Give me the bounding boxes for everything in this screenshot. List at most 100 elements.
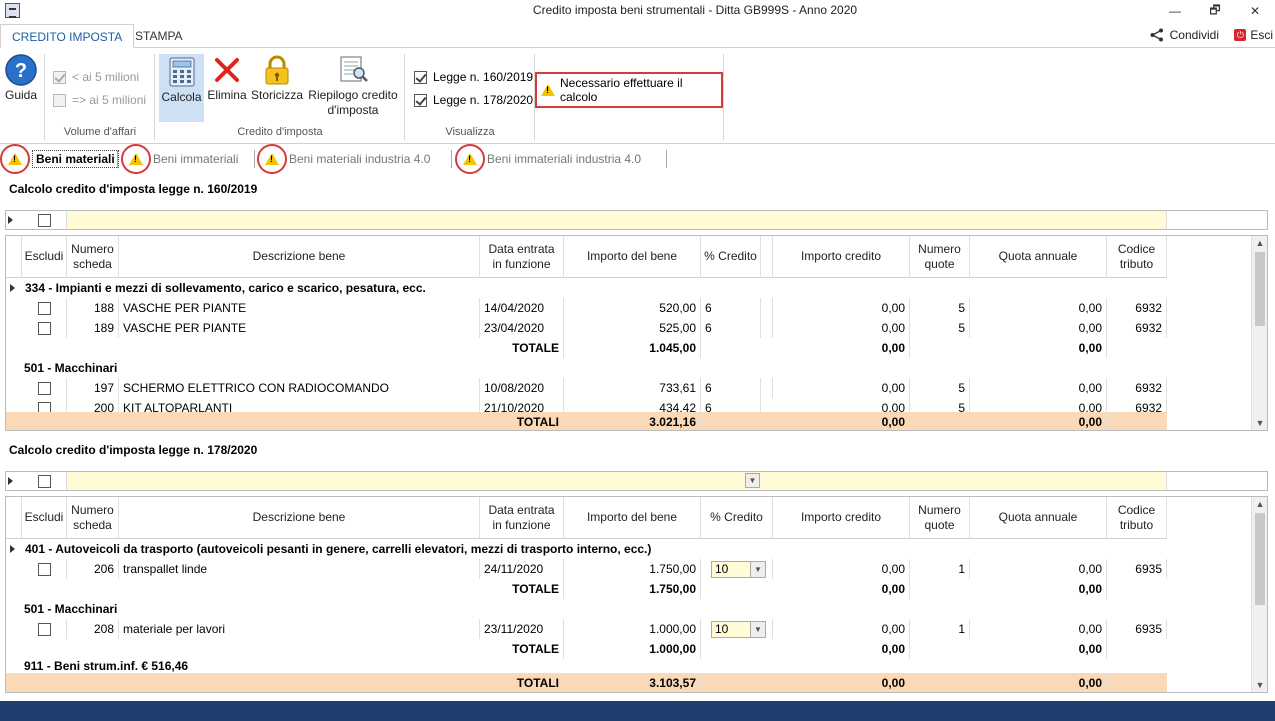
filter-select-all[interactable] — [22, 211, 67, 229]
exit-icon: ⏻ — [1234, 29, 1247, 41]
scroll-thumb[interactable] — [1255, 513, 1265, 605]
chevron-down-icon[interactable]: ▼ — [745, 473, 760, 488]
elimina-label: Elimina — [207, 88, 247, 102]
exclude-checkbox[interactable] — [37, 562, 51, 576]
help-button[interactable]: ? Guida — [2, 54, 40, 102]
col-data[interactable]: Data entrata in funzione — [480, 236, 564, 278]
col-codice[interactable]: Codice tributo — [1107, 497, 1167, 539]
table-row[interactable]: 200 KIT ALTOPARLANTI 21/10/2020 434,42 6… — [6, 398, 1253, 412]
group-title: 501 - Macchinari — [24, 602, 118, 616]
tab-label: Beni materiali industria 4.0 — [289, 152, 431, 166]
col-escludi[interactable]: Escludi — [22, 497, 67, 539]
tab-label: Beni materiali — [32, 150, 119, 168]
legge-178-checkbox[interactable]: Legge n. 178/2020 — [414, 93, 533, 107]
group-title: 401 - Autoveicoli da trasporto (autoveic… — [25, 542, 652, 556]
share-button[interactable]: Condividi — [1149, 28, 1219, 42]
col-numero-quote[interactable]: Numero quote — [910, 497, 970, 539]
col-descrizione[interactable]: Descrizione bene — [119, 236, 480, 278]
cell-desc: KIT ALTOPARLANTI — [119, 398, 480, 412]
table-row[interactable]: 206 transpallet linde 24/11/2020 1.750,0… — [6, 559, 1253, 579]
close-button[interactable]: ✕ — [1235, 0, 1275, 22]
exclude-checkbox[interactable] — [37, 622, 51, 636]
cell-perc: 6 — [701, 318, 761, 338]
exclude-checkbox[interactable] — [37, 301, 51, 315]
share-icon — [1150, 28, 1163, 42]
col-importo-bene[interactable]: Importo del bene — [564, 236, 701, 278]
col-codice[interactable]: Codice tributo — [1107, 236, 1167, 278]
group-row[interactable]: 911 - Beni strum.inf. € 516,46 — [6, 659, 1253, 673]
chevron-down-icon[interactable]: ▼ — [750, 561, 765, 577]
tab-beni-immateriali[interactable]: Beni immateriali — [121, 144, 238, 174]
elimina-button[interactable]: Elimina — [206, 54, 248, 102]
share-label: Condividi — [1169, 28, 1219, 42]
minimize-button[interactable]: — — [1155, 0, 1195, 22]
calculation-warning: Necessario effettuare il calcolo — [535, 72, 723, 108]
cell-importo: 1.000,00 — [564, 619, 701, 639]
calcola-button[interactable]: Calcola — [159, 54, 204, 122]
cell-codice: 6932 — [1107, 398, 1167, 412]
col-importo-credito[interactable]: Importo credito — [773, 497, 910, 539]
col-quota[interactable]: Quota annuale — [970, 236, 1107, 278]
filter-cells[interactable] — [67, 211, 1167, 229]
col-importo-bene[interactable]: Importo del bene — [564, 497, 701, 539]
separator — [44, 54, 45, 140]
tab-beni-materiali-industria[interactable]: Beni materiali industria 4.0 — [257, 144, 431, 174]
col-data[interactable]: Data entrata in funzione — [480, 497, 564, 539]
table-row[interactable]: 189 VASCHE PER PIANTE 23/04/2020 525,00 … — [6, 318, 1253, 338]
vertical-scrollbar[interactable]: ▲ ▼ — [1251, 236, 1267, 430]
riepilogo-button[interactable]: Riepilogo credito d'imposta — [305, 54, 401, 118]
tab-stampa[interactable]: STAMPA — [124, 24, 194, 48]
restore-button[interactable]: 🗗 — [1195, 0, 1235, 22]
vertical-scrollbar[interactable]: ▲ ▼ — [1251, 497, 1267, 692]
exit-button[interactable]: ⏻ Esci — [1234, 28, 1273, 42]
col-perc[interactable]: % Credito — [701, 236, 761, 278]
exclude-checkbox[interactable] — [37, 321, 51, 335]
volume-gte5-checkbox[interactable]: => ai 5 milioni — [53, 93, 146, 107]
group-row[interactable]: 334 - Impianti e mezzi di sollevamento, … — [6, 278, 1253, 298]
group-row[interactable]: 401 - Autoveicoli da trasporto (autoveic… — [6, 539, 1253, 559]
table-row[interactable]: 208 materiale per lavori 23/11/2020 1.00… — [6, 619, 1253, 639]
scroll-down-icon[interactable]: ▼ — [1252, 678, 1267, 692]
group-row[interactable]: 501 - Macchinari — [6, 358, 1253, 378]
subtotal-importo: 1.000,00 — [564, 639, 701, 659]
separator — [254, 150, 255, 168]
subtotal-row: TOTALE 1.000,00 0,00 0,00 — [6, 639, 1253, 659]
storicizza-button[interactable]: Storicizza — [250, 54, 304, 102]
col-numero-scheda[interactable]: Numero scheda — [67, 236, 119, 278]
cell-data: 23/11/2020 — [480, 619, 564, 639]
col-descrizione[interactable]: Descrizione bene — [119, 497, 480, 539]
cell-credito: 0,00 — [773, 619, 910, 639]
col-numero-quote[interactable]: Numero quote — [910, 236, 970, 278]
chevron-down-icon[interactable]: ▼ — [750, 621, 765, 637]
tab-beni-immateriali-industria[interactable]: Beni immateriali industria 4.0 — [455, 144, 641, 174]
exclude-checkbox[interactable] — [37, 401, 51, 412]
scroll-down-icon[interactable]: ▼ — [1252, 416, 1267, 430]
tab-beni-materiali[interactable]: Beni materiali — [0, 144, 119, 174]
separator — [451, 150, 452, 168]
filter-select-all[interactable] — [22, 472, 67, 490]
col-quota[interactable]: Quota annuale — [970, 497, 1107, 539]
scroll-thumb[interactable] — [1255, 252, 1265, 326]
filter-cells[interactable] — [67, 472, 1167, 490]
col-numero-scheda[interactable]: Numero scheda — [67, 497, 119, 539]
perc-dropdown[interactable]: 10 ▼ — [701, 559, 773, 579]
col-perc[interactable]: % Credito — [701, 497, 773, 539]
cell-importo: 434,42 — [564, 398, 701, 412]
scroll-up-icon[interactable]: ▲ — [1252, 236, 1267, 250]
group-row[interactable]: 501 - Macchinari — [6, 599, 1253, 619]
scroll-up-icon[interactable]: ▲ — [1252, 497, 1267, 511]
exclude-checkbox[interactable] — [37, 381, 51, 395]
separator — [666, 150, 667, 168]
subtotal-label: TOTALE — [119, 338, 564, 358]
col-escludi[interactable]: Escludi — [22, 236, 67, 278]
table-row[interactable]: 188 VASCHE PER PIANTE 14/04/2020 520,00 … — [6, 298, 1253, 318]
tab-credito-imposta[interactable]: CREDITO IMPOSTA — [0, 24, 135, 48]
legge-160-checkbox[interactable]: Legge n. 160/2019 — [414, 70, 533, 84]
col-importo-credito[interactable]: Importo credito — [773, 236, 910, 278]
perc-value: 10 — [715, 562, 729, 576]
volume-lt5-checkbox[interactable]: < ai 5 milioni — [53, 70, 139, 84]
section-title-160: Calcolo credito d'imposta legge n. 160/2… — [9, 182, 258, 196]
cell-quota: 0,00 — [970, 378, 1107, 398]
table-row[interactable]: 197 SCHERMO ELETTRICO CON RADIOCOMANDO 1… — [6, 378, 1253, 398]
perc-dropdown[interactable]: 10 ▼ — [701, 619, 773, 639]
